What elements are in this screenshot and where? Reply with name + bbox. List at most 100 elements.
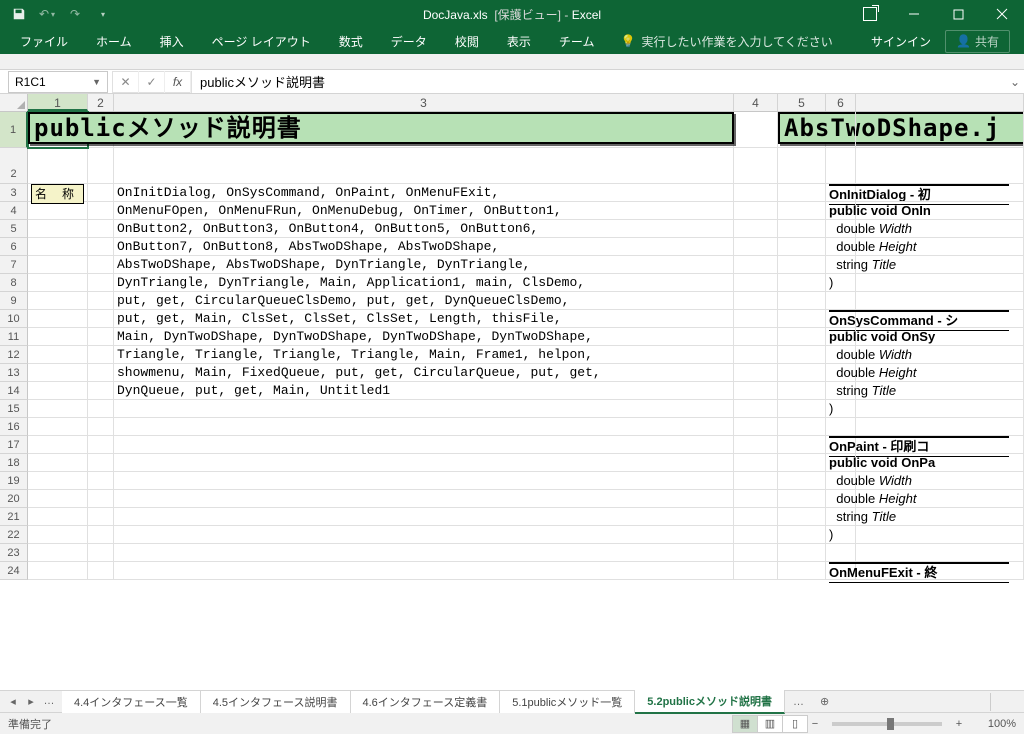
cell-r17c2[interactable]: [88, 436, 114, 454]
cell-r8c6[interactable]: ): [826, 274, 856, 292]
cell-r15c6[interactable]: ): [826, 400, 856, 418]
cell-r19c7[interactable]: [856, 472, 1024, 490]
cell-r14c7[interactable]: [856, 382, 1024, 400]
row-header-23[interactable]: 23: [0, 544, 28, 562]
cell-r5c4[interactable]: [734, 220, 778, 238]
cell-r13c1[interactable]: [28, 364, 88, 382]
cell-r24c1[interactable]: [28, 562, 88, 580]
cell-r8c2[interactable]: [88, 274, 114, 292]
cell-r15c2[interactable]: [88, 400, 114, 418]
cell-r15c5[interactable]: [778, 400, 826, 418]
insert-function-button[interactable]: fx: [165, 71, 191, 93]
cell-r19c4[interactable]: [734, 472, 778, 490]
cell-r7c1[interactable]: [28, 256, 88, 274]
col-header-4[interactable]: 4: [734, 94, 778, 111]
cell-r12c3[interactable]: Triangle, Triangle, Triangle, Triangle, …: [114, 346, 734, 364]
cell-r10c3[interactable]: put, get, Main, ClsSet, ClsSet, ClsSet, …: [114, 310, 734, 328]
cell-r2c7[interactable]: [856, 148, 1024, 184]
cell-r10c4[interactable]: [734, 310, 778, 328]
undo-button[interactable]: ↶▾: [34, 2, 60, 26]
cell-r9c4[interactable]: [734, 292, 778, 310]
cell-r17c6[interactable]: OnPaint - 印刷コ: [826, 436, 856, 454]
save-button[interactable]: [6, 2, 32, 26]
cell-r16c1[interactable]: [28, 418, 88, 436]
cell-r3c3[interactable]: OnInitDialog, OnSysCommand, OnPaint, OnM…: [114, 184, 734, 202]
cell-r19c1[interactable]: [28, 472, 88, 490]
cell-r14c5[interactable]: [778, 382, 826, 400]
cell-r6c6[interactable]: double Height: [826, 238, 856, 256]
cell-r17c5[interactable]: [778, 436, 826, 454]
cell-r18c4[interactable]: [734, 454, 778, 472]
view-page-layout-button[interactable]: ▥: [757, 715, 783, 733]
cell-r7c6[interactable]: string Title: [826, 256, 856, 274]
cell-r21c3[interactable]: [114, 508, 734, 526]
cell-r18c2[interactable]: [88, 454, 114, 472]
cell-r10c2[interactable]: [88, 310, 114, 328]
cell-r21c5[interactable]: [778, 508, 826, 526]
cell-r15c3[interactable]: [114, 400, 734, 418]
cell-r13c7[interactable]: [856, 364, 1024, 382]
cell-r9c3[interactable]: put, get, CircularQueueClsDemo, put, get…: [114, 292, 734, 310]
row-header-18[interactable]: 18: [0, 454, 28, 472]
cell-r23c3[interactable]: [114, 544, 734, 562]
cell-r17c7[interactable]: [856, 436, 1024, 454]
cell-r4c6[interactable]: public void OnIn: [826, 202, 856, 220]
cell-r3c6[interactable]: OnInitDialog - 初: [826, 184, 856, 202]
cell-r2c5[interactable]: [778, 148, 826, 184]
cell-r10c7[interactable]: [856, 310, 1024, 328]
view-page-break-button[interactable]: ▯: [782, 715, 808, 733]
cell-r23c7[interactable]: [856, 544, 1024, 562]
cell-r13c4[interactable]: [734, 364, 778, 382]
tab-data[interactable]: データ: [377, 28, 441, 54]
formula-expand-button[interactable]: ⌄: [1006, 75, 1024, 89]
cell-r17c1[interactable]: [28, 436, 88, 454]
cell-r6c2[interactable]: [88, 238, 114, 256]
cell-r1c7[interactable]: [856, 112, 1024, 148]
tab-insert[interactable]: 挿入: [146, 28, 198, 54]
cell-r4c3[interactable]: OnMenuFOpen, OnMenuFRun, OnMenuDebug, On…: [114, 202, 734, 220]
cell-r15c4[interactable]: [734, 400, 778, 418]
name-box-input[interactable]: [15, 75, 92, 89]
cell-r4c2[interactable]: [88, 202, 114, 220]
cell-r12c4[interactable]: [734, 346, 778, 364]
row-header-14[interactable]: 14: [0, 382, 28, 400]
cell-r9c5[interactable]: [778, 292, 826, 310]
row-header-10[interactable]: 10: [0, 310, 28, 328]
cell-r1c6[interactable]: [826, 112, 856, 148]
cell-r18c6[interactable]: public void OnPa: [826, 454, 856, 472]
cell-r1c4[interactable]: [734, 112, 778, 148]
cell-r24c5[interactable]: [778, 562, 826, 580]
sheet-nav-prev[interactable]: ▸: [24, 695, 38, 708]
cell-r11c3[interactable]: Main, DynTwoDShape, DynTwoDShape, DynTwo…: [114, 328, 734, 346]
cell-r8c4[interactable]: [734, 274, 778, 292]
cell-r10c5[interactable]: [778, 310, 826, 328]
cell-r22c7[interactable]: [856, 526, 1024, 544]
row-header-4[interactable]: 4: [0, 202, 28, 220]
cell-r19c3[interactable]: [114, 472, 734, 490]
cell-r23c4[interactable]: [734, 544, 778, 562]
sheet-tab-4-6[interactable]: 4.6インタフェース定義書: [351, 690, 501, 713]
cell-r16c6[interactable]: [826, 418, 856, 436]
cell-r17c3[interactable]: [114, 436, 734, 454]
cell-r6c3[interactable]: OnButton7, OnButton8, AbsTwoDShape, AbsT…: [114, 238, 734, 256]
cell-r23c2[interactable]: [88, 544, 114, 562]
cell-r13c2[interactable]: [88, 364, 114, 382]
row-header-15[interactable]: 15: [0, 400, 28, 418]
cell-r4c7[interactable]: [856, 202, 1024, 220]
cell-r24c2[interactable]: [88, 562, 114, 580]
cell-r5c5[interactable]: [778, 220, 826, 238]
cell-r20c1[interactable]: [28, 490, 88, 508]
sheet-tab-4-4[interactable]: 4.4インタフェース一覧: [62, 690, 201, 713]
cell-r23c1[interactable]: [28, 544, 88, 562]
row-header-1[interactable]: 1: [0, 112, 28, 148]
close-button[interactable]: [980, 0, 1024, 28]
col-header-1[interactable]: 1: [28, 94, 88, 111]
new-sheet-button[interactable]: ⊕: [812, 695, 837, 708]
col-header-3[interactable]: 3: [114, 94, 734, 111]
cell-r7c7[interactable]: [856, 256, 1024, 274]
cell-r23c5[interactable]: [778, 544, 826, 562]
cell-r21c7[interactable]: [856, 508, 1024, 526]
minimize-button[interactable]: [892, 0, 936, 28]
row-header-22[interactable]: 22: [0, 526, 28, 544]
cell-r18c7[interactable]: [856, 454, 1024, 472]
